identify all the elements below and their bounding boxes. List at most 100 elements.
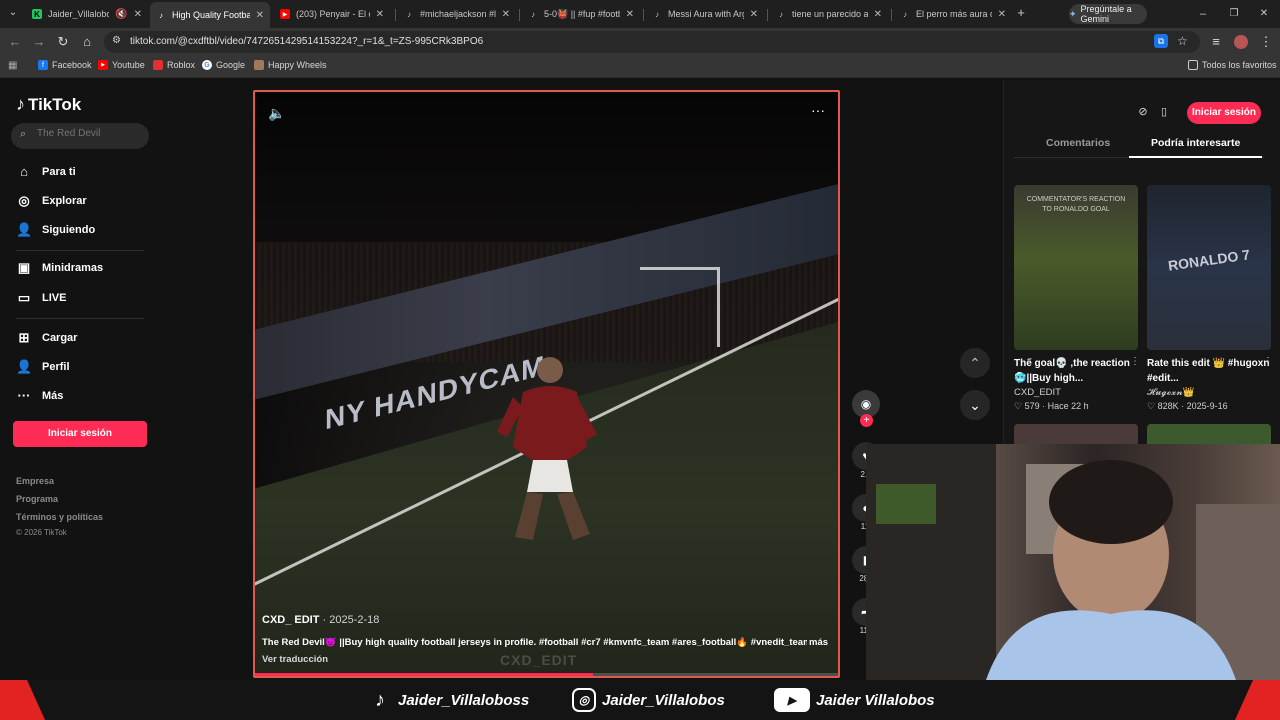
more-link[interactable]: más	[809, 637, 828, 648]
tab-jaider[interactable]: K Jaider_Villalobos 🔇 ✕	[26, 4, 148, 24]
video-thumbnail[interactable]: COMMENTATOR'S REACTION TO RONALDO GOAL	[1014, 185, 1138, 350]
suggested-video-card[interactable]: COMMENTATOR'S REACTION TO RONALDO GOAL T…	[1014, 185, 1140, 412]
home-icon: ⌂	[20, 164, 28, 179]
bookmark-roblox[interactable]: Roblox	[153, 60, 195, 70]
card-more-icon[interactable]: ⋮	[1263, 356, 1273, 367]
nav-cargar[interactable]: ⊞ Cargar	[16, 330, 78, 346]
gemini-icon: ✦	[1069, 8, 1077, 19]
suggested-video-card[interactable]: RONALDO 7 Rate this edit 👑 #hugoxn #edit…	[1147, 185, 1273, 412]
gemini-label: Pregúntale a Gemini	[1080, 4, 1132, 24]
volume-icon[interactable]: 🔈	[268, 105, 285, 122]
bookmark-label: Happy Wheels	[268, 60, 327, 70]
new-tab-icon[interactable]: +	[1013, 5, 1029, 21]
bookmark-youtube[interactable]: ▶ Youtube	[98, 60, 145, 70]
login-button-sidebar[interactable]: Iniciar sesión	[13, 421, 147, 447]
tiktok-icon: ♪	[531, 9, 535, 19]
film-icon: ▣	[17, 260, 31, 275]
card-more-icon[interactable]: ⋮	[1130, 356, 1140, 367]
tab-michaeljackson[interactable]: ♪ #michaeljackson #la ✕	[398, 4, 516, 24]
phone-icon[interactable]: ▯	[1156, 105, 1172, 121]
bookmark-facebook[interactable]: f Facebook	[38, 60, 92, 70]
nav-perfil[interactable]: 👤 Perfil	[16, 359, 70, 375]
footer-empresa[interactable]: Empresa	[16, 476, 54, 486]
minimize-icon[interactable]: –	[1195, 6, 1211, 22]
coin-icon[interactable]: ⊘	[1135, 105, 1151, 121]
video-thumbnail[interactable]: RONALDO 7	[1147, 185, 1271, 350]
close-icon[interactable]: ✕	[998, 9, 1006, 20]
tab-search-icon[interactable]: ⌄	[5, 5, 21, 21]
all-bookmarks[interactable]: Todos los favoritos	[1188, 60, 1277, 70]
tiktok-icon: ♪	[407, 9, 411, 19]
nav-explorar[interactable]: ◎ Explorar	[16, 193, 86, 209]
card-author[interactable]: 𝓗𝓾𝓰𝓸𝔁𝓷👑	[1147, 387, 1271, 398]
nav-siguiendo[interactable]: 👤 Siguiendo	[16, 222, 95, 238]
footer-terminos[interactable]: Términos y políticas	[16, 512, 103, 522]
close-icon[interactable]: ✕	[874, 9, 882, 20]
bookmark-google[interactable]: G Google	[202, 60, 245, 70]
bookmark-happy-wheels[interactable]: Happy Wheels	[254, 60, 327, 70]
window-close-icon[interactable]: ✕	[1256, 6, 1272, 22]
video-player[interactable]: NY HANDYCAM 🔈 ··· CXD_ EDIT · 2025-2-18 …	[253, 90, 840, 678]
roblox-icon	[153, 60, 163, 70]
video-progress-bar[interactable]	[255, 673, 838, 676]
nav-minidramas[interactable]: ▣ Minidramas	[16, 260, 103, 276]
reload-icon[interactable]: ↻	[55, 34, 71, 50]
search-box[interactable]: ⌕	[11, 123, 149, 149]
close-icon[interactable]: ✕	[134, 9, 142, 20]
card-author[interactable]: CXD_EDIT	[1014, 387, 1138, 398]
stream-banner: ♪ Jaider_Villaloboss ◎ Jaider_Villalobos ▶…	[0, 680, 1280, 720]
mute-icon[interactable]: 🔇	[115, 9, 127, 20]
nav-mas[interactable]: ··· Más	[16, 388, 64, 404]
banner-tiktok: ♪ Jaider_Villaloboss	[368, 688, 529, 712]
follow-plus-icon[interactable]: +	[860, 414, 873, 427]
video-player-figure	[497, 357, 597, 540]
gemini-button[interactable]: ✦ Pregúntale a Gemini	[1069, 4, 1147, 24]
close-icon[interactable]: ✕	[750, 9, 758, 20]
tab-messi-aura[interactable]: ♪ Messi Aura with Arge ✕	[646, 4, 764, 24]
tab-high-quality-football[interactable]: ♪ High Quality Football ✕	[150, 2, 270, 28]
card-time: 2025-9-16	[1186, 401, 1228, 411]
profile-icon: 👤	[16, 359, 33, 374]
author-name[interactable]: CXD_ EDIT	[262, 614, 319, 626]
forward-icon[interactable]: →	[31, 34, 47, 50]
tab-penyair[interactable]: ▶ (203) Penyair - El día ✕	[274, 4, 390, 24]
video-author[interactable]: CXD_ EDIT · 2025-2-18	[262, 614, 379, 626]
close-icon[interactable]: ✕	[626, 9, 634, 20]
nav-divider	[16, 250, 144, 251]
back-icon[interactable]: ←	[7, 34, 23, 50]
close-icon[interactable]: ✕	[376, 9, 384, 20]
site-info-icon[interactable]: ⚙	[112, 35, 121, 46]
card-title[interactable]: Thế goal💀 ,the reaction🥶||Buy high...	[1014, 356, 1138, 386]
tiktok-logo[interactable]: ♪ TikTok	[16, 94, 81, 115]
tab-5-0[interactable]: ♪ 5-0👹 || #fup #footb ✕	[522, 4, 640, 24]
profile-avatar[interactable]	[1234, 35, 1248, 49]
apps-icon[interactable]: ▦	[8, 60, 17, 71]
author-avatar[interactable]: ◉ +	[852, 390, 880, 427]
address-bar[interactable]: ⚙ tiktok.com/@cxdftbl/video/747265142951…	[104, 31, 1200, 53]
tab-podria-interesarte[interactable]: Podría interesarte	[1151, 137, 1240, 149]
tab-perro[interactable]: ♪ El perro más aura de ✕	[894, 4, 1012, 24]
maximize-icon[interactable]: ❐	[1226, 6, 1242, 22]
close-icon[interactable]: ✕	[502, 9, 510, 20]
menu-icon[interactable]: ⋮	[1258, 34, 1274, 50]
close-icon[interactable]: ✕	[256, 10, 264, 21]
reading-list-icon[interactable]: ≡	[1208, 34, 1224, 50]
thumbnail-overlay-text: RONALDO 7	[1167, 246, 1251, 274]
more-options-icon[interactable]: ···	[811, 102, 825, 118]
card-title[interactable]: Rate this edit 👑 #hugoxn #edit...	[1147, 356, 1271, 386]
nav-live[interactable]: ▭ LIVE	[16, 290, 67, 306]
search-input[interactable]	[37, 128, 142, 139]
footer-programa[interactable]: Programa	[16, 494, 58, 504]
home-icon[interactable]: ⌂	[79, 34, 95, 50]
upload-icon: ⊞	[18, 330, 30, 345]
translate-link[interactable]: Ver traducción	[262, 654, 328, 665]
bookmark-star-icon[interactable]: ☆	[1177, 34, 1188, 48]
nav-para-ti[interactable]: ⌂ Para ti	[16, 164, 76, 180]
tab-parecido[interactable]: ♪ tiene un parecido a ✕	[770, 4, 888, 24]
tiktok-icon: ♪	[779, 9, 783, 19]
next-video-button[interactable]: ⌄	[960, 390, 990, 420]
previous-video-button[interactable]: ⌃	[960, 348, 990, 378]
extension-icon[interactable]: ⧉	[1154, 34, 1168, 48]
tab-comentarios[interactable]: Comentarios	[1046, 137, 1110, 149]
login-button-top[interactable]: Iniciar sesión	[1187, 102, 1261, 124]
